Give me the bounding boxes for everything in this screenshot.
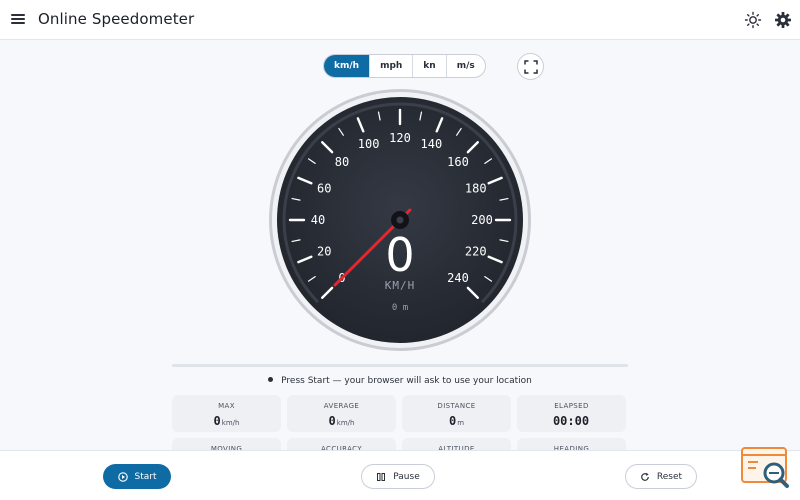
- stat-label: DISTANCE: [437, 402, 476, 410]
- fullscreen-icon: [524, 60, 538, 74]
- stat-label: AVERAGE: [323, 402, 360, 410]
- gauge-tick-label: 160: [447, 155, 469, 169]
- unit-ms-button[interactable]: m/s: [445, 55, 485, 77]
- sun-icon[interactable]: [744, 11, 762, 29]
- distance-readout: 0 m: [392, 303, 408, 313]
- gauge-tick-label: 60: [317, 182, 331, 196]
- gauge-hub-cap: [396, 216, 404, 224]
- speedometer-gauge: 020406080100120140160180200220240 0 KM/H…: [269, 89, 531, 351]
- app-header: Online Speedometer: [0, 0, 800, 40]
- pause-button[interactable]: Pause: [361, 464, 435, 489]
- stat-elapsed: ELAPSED 00:00: [517, 395, 626, 432]
- stat-unit: km/h: [221, 419, 240, 427]
- fullscreen-button[interactable]: [517, 53, 544, 80]
- gauge-tick-label: 220: [465, 244, 487, 258]
- stat-value: 0km/h: [172, 414, 281, 428]
- gear-icon[interactable]: [774, 11, 792, 29]
- progress-bar: [172, 364, 628, 367]
- stat-unit: m: [457, 419, 465, 427]
- status-text: Press Start — your browser will ask to u…: [281, 376, 532, 386]
- stat-unit: km/h: [336, 419, 355, 427]
- app-title: Online Speedometer: [38, 10, 195, 28]
- play-circle-icon: [117, 471, 128, 482]
- hamburger-menu-icon[interactable]: [10, 12, 26, 26]
- gauge-tick-label: 80: [335, 155, 349, 169]
- speed-unit-label: KM/H: [385, 279, 416, 292]
- stat-number: 0: [328, 414, 336, 428]
- stat-label: MAX: [218, 402, 235, 410]
- unit-kmh-button[interactable]: km/h: [324, 55, 370, 77]
- gauge-tick-label: 20: [317, 244, 331, 258]
- status-message: Press Start — your browser will ask to u…: [0, 376, 800, 386]
- stat-distance: DISTANCE 0m: [402, 395, 511, 432]
- stat-number: 0: [213, 414, 221, 428]
- stat-average: AVERAGE 0km/h: [287, 395, 396, 432]
- start-button[interactable]: Start: [103, 464, 171, 489]
- control-bar: Start Pause Reset: [0, 450, 800, 500]
- stat-value: 00:00: [517, 414, 626, 428]
- gauge-tick-label: 180: [465, 182, 487, 196]
- stat-number: 0: [448, 414, 457, 428]
- stat-value: 0m: [402, 414, 511, 428]
- reset-label: Reset: [656, 471, 683, 482]
- unit-mph-button[interactable]: mph: [369, 55, 412, 77]
- reset-button[interactable]: Reset: [625, 464, 697, 489]
- gauge-tick-label: 140: [421, 137, 443, 151]
- status-dot-icon: [268, 377, 274, 382]
- stat-label: ELAPSED: [554, 402, 589, 410]
- stat-value: 0km/h: [287, 414, 396, 428]
- pause-label: Pause: [393, 471, 420, 482]
- stat-number: 00:00: [552, 414, 590, 428]
- gauge-tick-label: 240: [447, 271, 469, 285]
- stat-max: MAX 0km/h: [172, 395, 281, 432]
- unit-selector: km/h mph kn m/s: [323, 54, 486, 78]
- pause-icon: [377, 472, 386, 481]
- unit-kn-button[interactable]: kn: [412, 55, 445, 77]
- corner-logo-icon[interactable]: [740, 446, 792, 490]
- speed-readout: 0: [385, 228, 414, 282]
- gauge-tick-label: 100: [358, 137, 380, 151]
- refresh-icon: [641, 472, 649, 481]
- gauge-tick-label: 120: [389, 131, 411, 145]
- gauge-tick-label: 40: [311, 213, 325, 227]
- start-label: Start: [134, 471, 157, 482]
- gauge-tick-label: 200: [471, 213, 493, 227]
